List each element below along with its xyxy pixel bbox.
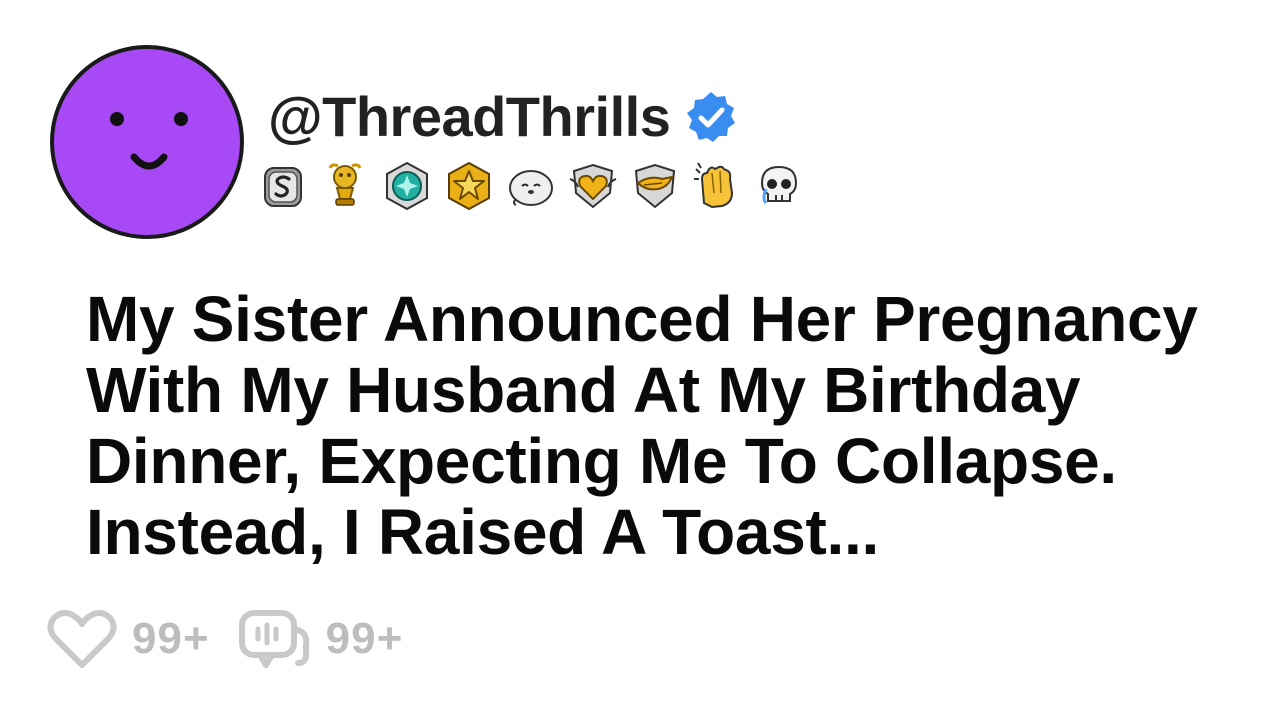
like-stat[interactable]: 99+ (44, 607, 210, 671)
teal-gem-badge-icon[interactable] (380, 159, 434, 213)
post-card: @ThreadThrills My Sister Announced Her P… (0, 0, 1280, 720)
gold-star-badge-icon[interactable] (442, 159, 496, 213)
skull-crying-badge-icon[interactable] (752, 159, 806, 213)
author-handle[interactable]: @ThreadThrills (268, 89, 671, 145)
author-header: @ThreadThrills (268, 82, 738, 152)
comment-icon[interactable] (236, 607, 314, 671)
seal-badge-icon[interactable] (504, 159, 558, 213)
heart-icon[interactable] (44, 607, 120, 671)
clapping-hands-badge-icon[interactable] (690, 159, 744, 213)
post-title[interactable]: My Sister Announced Her Pregnancy With M… (86, 284, 1256, 568)
gold-trophy-badge-icon[interactable] (318, 159, 372, 213)
award-badges (256, 158, 806, 214)
avatar[interactable] (50, 45, 244, 239)
smiley-face-icon (110, 112, 188, 170)
wings-shield-badge-icon[interactable] (628, 159, 682, 213)
gold-heart-shield-badge-icon[interactable] (566, 159, 620, 213)
comment-stat[interactable]: 99+ (236, 607, 404, 671)
verified-badge-icon (687, 92, 736, 142)
silver-s-badge-icon[interactable] (256, 159, 310, 213)
post-stats: 99+ 99+ (44, 604, 403, 674)
like-count: 99+ (132, 614, 210, 663)
comment-count: 99+ (325, 614, 404, 663)
